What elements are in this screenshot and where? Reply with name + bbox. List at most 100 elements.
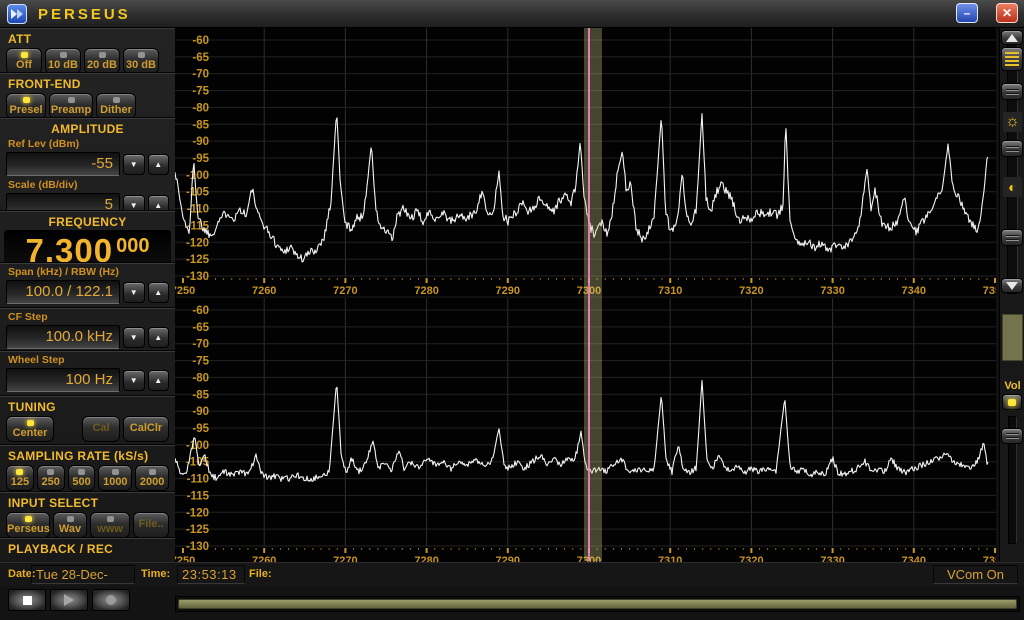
span-down-button[interactable]: ▼ [123, 282, 145, 303]
svg-text:7330: 7330 [820, 285, 844, 296]
led-indicator [21, 52, 28, 58]
scroll-down-button[interactable] [1001, 278, 1023, 293]
svg-text:-70: -70 [192, 339, 209, 351]
stop-icon [23, 596, 32, 605]
svg-text:-130: -130 [186, 541, 209, 553]
att-30db-button[interactable]: 30 dB [123, 48, 159, 73]
volume-slider-handle[interactable] [1001, 428, 1023, 444]
front-end-section: FRONT-END Presel Preamp Dither [0, 73, 175, 118]
date-value: Tue 28-Dec-2010 [31, 565, 135, 584]
title-bar: PERSEUS – ✕ [0, 0, 1024, 28]
bottom-strip [0, 586, 1024, 620]
time-label: Time: [141, 568, 170, 580]
ref-level-label: Ref Lev (dBm) [8, 138, 167, 150]
svg-text:-85: -85 [192, 389, 209, 401]
volume-mute-button[interactable] [1002, 394, 1022, 410]
led-indicator [47, 469, 54, 475]
waterfall-scroll-thumb[interactable] [1002, 314, 1023, 361]
svg-text:7280: 7280 [414, 285, 438, 296]
preamp-button[interactable]: Preamp [49, 93, 93, 118]
svg-text:7350: 7350 [983, 555, 996, 562]
input-wav-button[interactable]: Wav [53, 512, 87, 538]
svg-text:-70: -70 [192, 69, 209, 81]
scale-label: Scale (dB/div) [8, 179, 167, 191]
center-frequency-marker-line[interactable] [588, 28, 590, 561]
svg-text:7320: 7320 [739, 285, 763, 296]
led-indicator [99, 52, 106, 58]
svg-text:-130: -130 [186, 271, 209, 283]
cf-step-field[interactable]: 100.0 kHz [6, 325, 120, 349]
input-file-button[interactable]: File.. [133, 512, 169, 538]
input-select-header: INPUT SELECT [8, 496, 167, 510]
amplitude-section: AMPLITUDE Ref Lev (dBm) -55 ▼ ▲ Scale (d… [0, 118, 175, 211]
scale-up-button[interactable]: ▲ [148, 195, 170, 212]
scroll-up-button[interactable] [1001, 30, 1023, 45]
rate-125-button[interactable]: 125 [6, 465, 34, 491]
presel-button[interactable]: Presel [6, 93, 46, 118]
rate-2000-button[interactable]: 2000 [135, 465, 169, 491]
ref-level-field[interactable]: -55 [6, 152, 120, 176]
span-section: Span (kHz) / RBW (Hz) 100.0 / 122.1 ▼ ▲ [0, 263, 175, 308]
wheel-step-section: Wheel Step 100 Hz ▼ ▲ [0, 351, 175, 396]
svg-text:-95: -95 [192, 423, 209, 435]
svg-text:7250: 7250 [175, 285, 195, 296]
contrast-slider-handle[interactable] [1001, 140, 1023, 157]
att-10db-button[interactable]: 10 dB [45, 48, 81, 73]
att-20db-button[interactable]: 20 dB [84, 48, 120, 73]
led-indicator [25, 516, 32, 522]
scale-field[interactable]: 5 [6, 193, 120, 211]
play-button[interactable] [50, 589, 88, 611]
stop-button[interactable] [8, 589, 46, 611]
svg-text:-105: -105 [186, 187, 210, 199]
frequency-display[interactable]: 7.300000 [4, 230, 171, 263]
arrow-down-icon [1006, 282, 1018, 290]
input-perseus-button[interactable]: Perseus [6, 512, 50, 538]
cf-step-down-button[interactable]: ▼ [123, 327, 145, 348]
record-button[interactable] [92, 589, 130, 611]
calclr-button[interactable]: CalClr [123, 416, 169, 442]
span-field[interactable]: 100.0 / 122.1 [6, 280, 120, 304]
att-header: ATT [8, 32, 167, 46]
input-www-button[interactable]: www [90, 512, 130, 538]
minimize-button[interactable]: – [956, 3, 978, 23]
play-icon [64, 594, 74, 606]
cf-step-up-button[interactable]: ▲ [148, 327, 170, 348]
ref-level-up-button[interactable]: ▲ [148, 154, 170, 175]
rate-500-button[interactable]: 500 [68, 465, 96, 491]
svg-text:-60: -60 [192, 305, 209, 317]
wheel-step-field[interactable]: 100 Hz [6, 368, 120, 392]
cal-button[interactable]: Cal [82, 416, 120, 442]
spectrum-scroll-thumb[interactable] [1001, 47, 1023, 71]
svg-text:-125: -125 [186, 524, 210, 536]
tuning-marker-band[interactable] [584, 28, 602, 561]
file-label: File: [249, 568, 272, 580]
ref-level-down-button[interactable]: ▼ [123, 154, 145, 175]
cf-step-label: CF Step [8, 311, 167, 323]
svg-text:-110: -110 [187, 474, 209, 486]
frequency-scrollbar[interactable] [175, 596, 1020, 612]
svg-text:-90: -90 [192, 406, 209, 418]
span-label: Span (kHz) / RBW (Hz) [8, 266, 167, 278]
wheel-step-up-button[interactable]: ▲ [148, 370, 170, 391]
playback-rec-section: PLAYBACK / REC [0, 538, 175, 563]
close-button[interactable]: ✕ [996, 3, 1018, 23]
span-up-button[interactable]: ▲ [148, 282, 170, 303]
wheel-step-down-button[interactable]: ▼ [123, 370, 145, 391]
frequency-khz: 7.300 [26, 232, 114, 263]
svg-text:7320: 7320 [739, 555, 763, 562]
svg-text:-90: -90 [192, 136, 209, 148]
rate-250-button[interactable]: 250 [37, 465, 65, 491]
window-title: PERSEUS [38, 6, 131, 23]
time-value: 23:53:13 [177, 565, 245, 584]
brightness-icon: ☼ [1003, 112, 1022, 132]
brightness-slider-handle[interactable] [1001, 83, 1023, 100]
scale-down-button[interactable]: ▼ [123, 195, 145, 212]
att-off-button[interactable]: Off [6, 48, 42, 73]
frequency-scroll-thumb[interactable] [178, 599, 1017, 609]
frequency-header: FREQUENCY [8, 215, 167, 229]
rate-1000-button[interactable]: 1000 [98, 465, 132, 491]
dither-button[interactable]: Dither [96, 93, 136, 118]
palette-slider-handle[interactable] [1001, 229, 1023, 246]
svg-text:7260: 7260 [252, 555, 276, 562]
center-button[interactable]: Center [6, 416, 54, 442]
